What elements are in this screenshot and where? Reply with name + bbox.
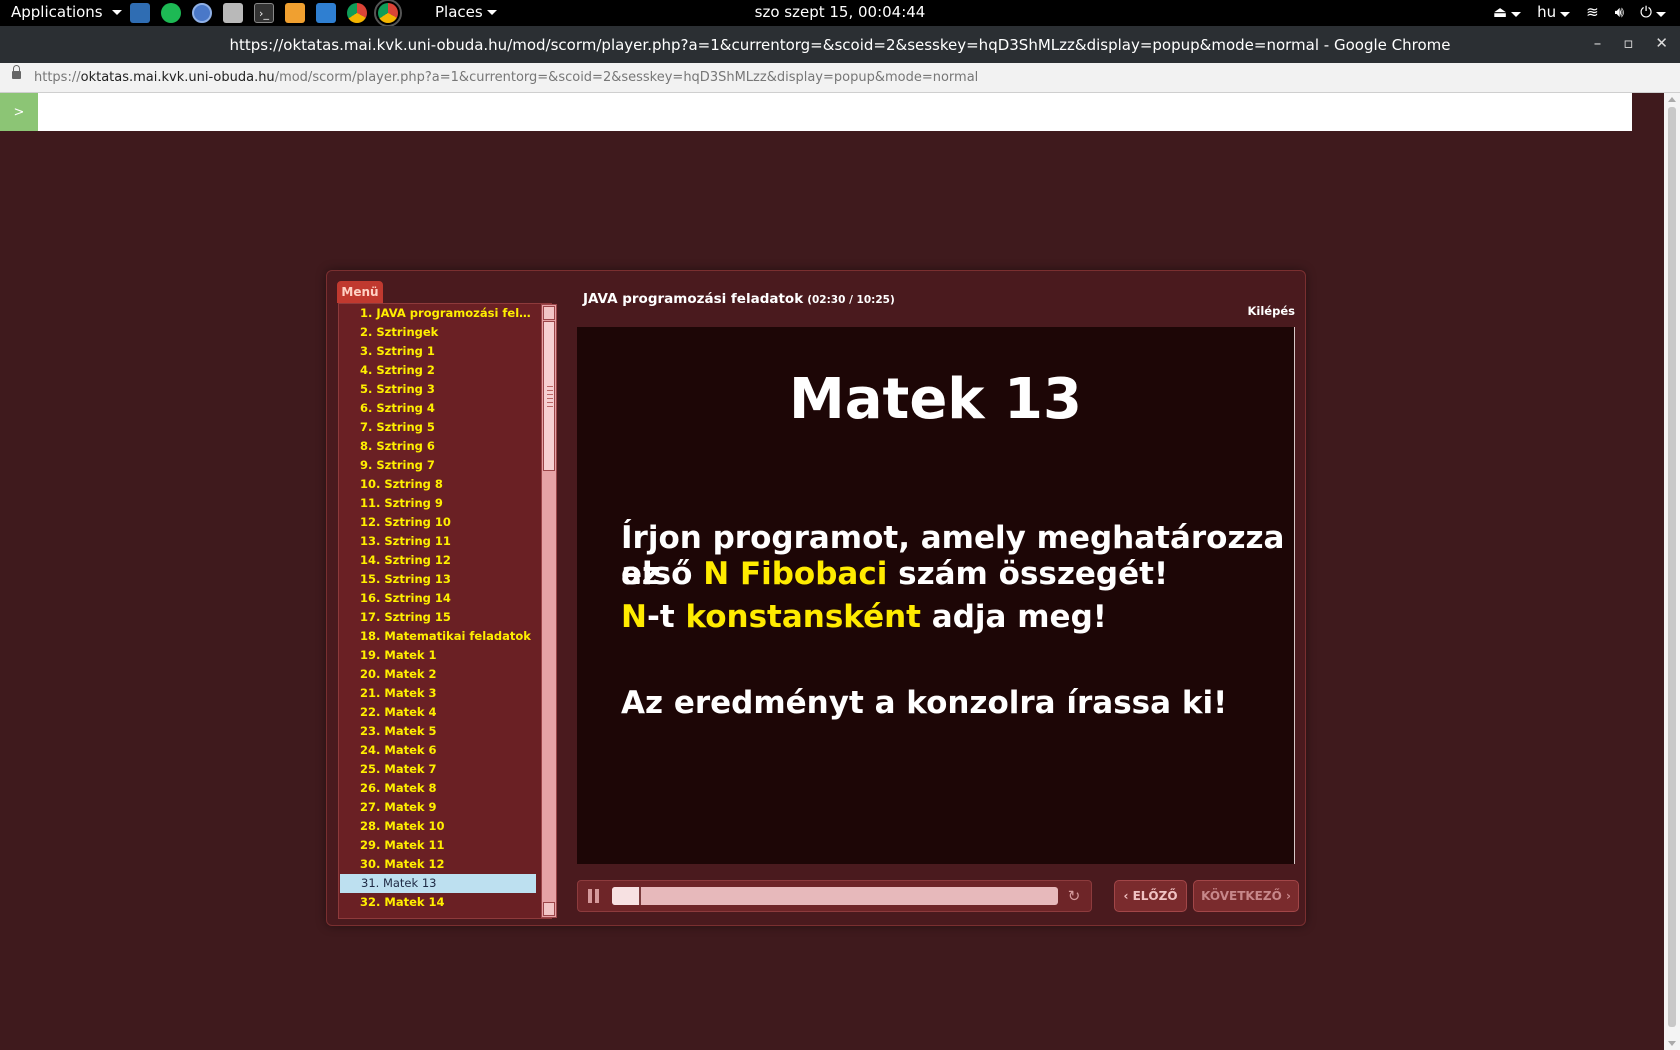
system-top-bar: Applications ›_ Places szo szept 15, 00:… <box>0 0 1680 27</box>
menu-item[interactable]: 4. Sztring 2 <box>339 361 536 380</box>
menu-scroll-down-button[interactable] <box>543 902 555 916</box>
places-menu[interactable]: Places <box>435 3 497 21</box>
menu-scroll-up-button[interactable] <box>543 306 555 320</box>
window-title: https://oktatas.mai.kvk.uni-obuda.hu/mod… <box>229 36 1451 54</box>
url-text[interactable]: https://oktatas.mai.kvk.uni-obuda.hu/mod… <box>34 70 978 85</box>
menu-item[interactable]: 8. Sztring 6 <box>339 437 536 456</box>
pause-button[interactable] <box>588 889 600 903</box>
menu-item[interactable]: 20. Matek 2 <box>339 665 536 684</box>
applications-menu[interactable]: Applications <box>11 3 122 21</box>
minimize-button[interactable]: – <box>1594 34 1602 52</box>
course-title-text: JAVA programozási feladatok <box>583 291 804 307</box>
menu-item[interactable]: 21. Matek 3 <box>339 684 536 703</box>
text-editor-icon[interactable] <box>285 3 305 23</box>
menu-item[interactable]: 12. Sztring 10 <box>339 513 536 532</box>
menu-item[interactable]: 26. Matek 8 <box>339 779 536 798</box>
slide-line-4: Az eredményt a konzolra írassa ki! <box>621 685 1228 721</box>
menu-item[interactable]: 30. Matek 12 <box>339 855 536 874</box>
menu-item[interactable]: 13. Sztring 11 <box>339 532 536 551</box>
slide-line-2: első N Fibobaci szám összegét! <box>621 556 1169 592</box>
close-button[interactable]: ✕ <box>1655 34 1668 52</box>
toggle-toc-button[interactable]: > <box>0 93 38 131</box>
course-title: JAVA programozási feladatok (02:30 / 10:2… <box>583 291 895 307</box>
eject-icon[interactable]: ⏏ <box>1493 3 1522 21</box>
menu-item[interactable]: 11. Sztring 9 <box>339 494 536 513</box>
language-label: hu <box>1537 3 1557 21</box>
menu-item[interactable]: 3. Sztring 1 <box>339 342 536 361</box>
address-bar[interactable]: https://oktatas.mai.kvk.uni-obuda.hu/mod… <box>0 63 1680 93</box>
menu-item[interactable]: 6. Sztring 4 <box>339 399 536 418</box>
menu-scrollbar-thumb[interactable] <box>543 321 555 471</box>
system-tray: ⏏ hu ≋ 🔊︎ ⏻ <box>1493 3 1666 21</box>
previous-button[interactable]: ‹ ELŐZŐ <box>1114 880 1187 912</box>
chevron-down-icon <box>486 9 497 15</box>
menu-item[interactable]: 24. Matek 6 <box>339 741 536 760</box>
scroll-up-icon[interactable] <box>1668 97 1676 102</box>
power-icon[interactable]: ⏻ <box>1640 3 1666 21</box>
progress-fill <box>612 887 641 905</box>
url-scheme: https:// <box>34 70 81 85</box>
slide-title: Matek 13 <box>789 367 1082 432</box>
menu-item[interactable]: 32. Matek 14 <box>339 893 536 912</box>
window-title-bar: https://oktatas.mai.kvk.uni-obuda.hu/mod… <box>0 26 1680 63</box>
scroll-down-icon[interactable] <box>1668 1041 1676 1046</box>
maximize-button[interactable]: ▫ <box>1623 34 1633 52</box>
menu-item[interactable]: 18. Matematikai feladatok <box>339 627 536 646</box>
url-path: /mod/scorm/player.php?a=1&currentorg=&sc… <box>274 70 979 85</box>
menu-item[interactable]: 9. Sztring 7 <box>339 456 536 475</box>
menu-list: 1. JAVA programozási felada...2. Sztring… <box>339 304 551 912</box>
slide-area: Matek 13 Írjon programot, amely meghatár… <box>577 327 1295 864</box>
menu-scrollbar[interactable] <box>541 304 557 918</box>
menu-item[interactable]: 31. Matek 13 <box>340 874 536 893</box>
menu-item[interactable]: 1. JAVA programozási felada... <box>339 304 536 323</box>
scrollbar-thumb[interactable] <box>1668 107 1676 1027</box>
chrome-icon[interactable] <box>347 3 367 23</box>
playback-controls: ↻ <box>577 880 1092 912</box>
launcher-bar: ›_ <box>130 0 402 27</box>
lock-icon[interactable] <box>12 65 21 79</box>
url-host: oktatas.mai.kvk.uni-obuda.hu <box>80 70 275 85</box>
keyboard-layout[interactable]: hu <box>1537 3 1571 21</box>
applications-label: Applications <box>11 3 103 21</box>
window-controls: – ▫ ✕ <box>1594 34 1668 52</box>
menu-item[interactable]: 17. Sztring 15 <box>339 608 536 627</box>
menu-tab[interactable]: Menü <box>337 281 383 303</box>
menu-item[interactable]: 29. Matek 11 <box>339 836 536 855</box>
spotify-icon[interactable] <box>161 3 181 23</box>
menu-item[interactable]: 5. Sztring 3 <box>339 380 536 399</box>
menu-item[interactable]: 22. Matek 4 <box>339 703 536 722</box>
scorm-player: Menü 1. JAVA programozási felada...2. Sz… <box>326 270 1306 926</box>
menu-item[interactable]: 7. Sztring 5 <box>339 418 536 437</box>
chromium-icon[interactable] <box>192 3 212 23</box>
menu-item[interactable]: 27. Matek 9 <box>339 798 536 817</box>
page-scrollbar[interactable] <box>1664 93 1680 1050</box>
installer-icon[interactable] <box>223 3 243 23</box>
menu-item[interactable]: 28. Matek 10 <box>339 817 536 836</box>
chevron-down-icon <box>1560 12 1571 17</box>
menu-item[interactable]: 19. Matek 1 <box>339 646 536 665</box>
places-label: Places <box>435 3 483 21</box>
exit-link[interactable]: Kilépés <box>1248 304 1295 318</box>
volume-icon[interactable]: 🔊︎ <box>1615 3 1624 21</box>
menu-item[interactable]: 15. Sztring 13 <box>339 570 536 589</box>
progress-bar[interactable] <box>612 887 1058 905</box>
system-monitor-icon[interactable] <box>316 3 336 23</box>
menu-item[interactable]: 10. Sztring 8 <box>339 475 536 494</box>
file-manager-icon[interactable] <box>130 3 150 23</box>
menu-item[interactable]: 14. Sztring 12 <box>339 551 536 570</box>
next-button[interactable]: KÖVETKEZŐ › <box>1193 880 1299 912</box>
chrome-active-icon[interactable] <box>374 0 402 27</box>
terminal-icon[interactable]: ›_ <box>254 3 274 23</box>
slide-line-3: N-t konstansként adja meg! <box>621 599 1107 635</box>
wifi-icon[interactable]: ≋ <box>1586 3 1599 21</box>
course-time: (02:30 / 10:25) <box>807 294 895 306</box>
page-top-strip: > <box>0 93 1632 131</box>
menu-item[interactable]: 16. Sztring 14 <box>339 589 536 608</box>
menu-item[interactable]: 2. Sztringek <box>339 323 536 342</box>
chevron-down-icon <box>111 9 122 15</box>
replay-icon[interactable]: ↻ <box>1065 887 1083 905</box>
menu-item[interactable]: 23. Matek 5 <box>339 722 536 741</box>
menu-panel: 1. JAVA programozási felada...2. Sztring… <box>338 303 552 919</box>
menu-item[interactable]: 25. Matek 7 <box>339 760 536 779</box>
